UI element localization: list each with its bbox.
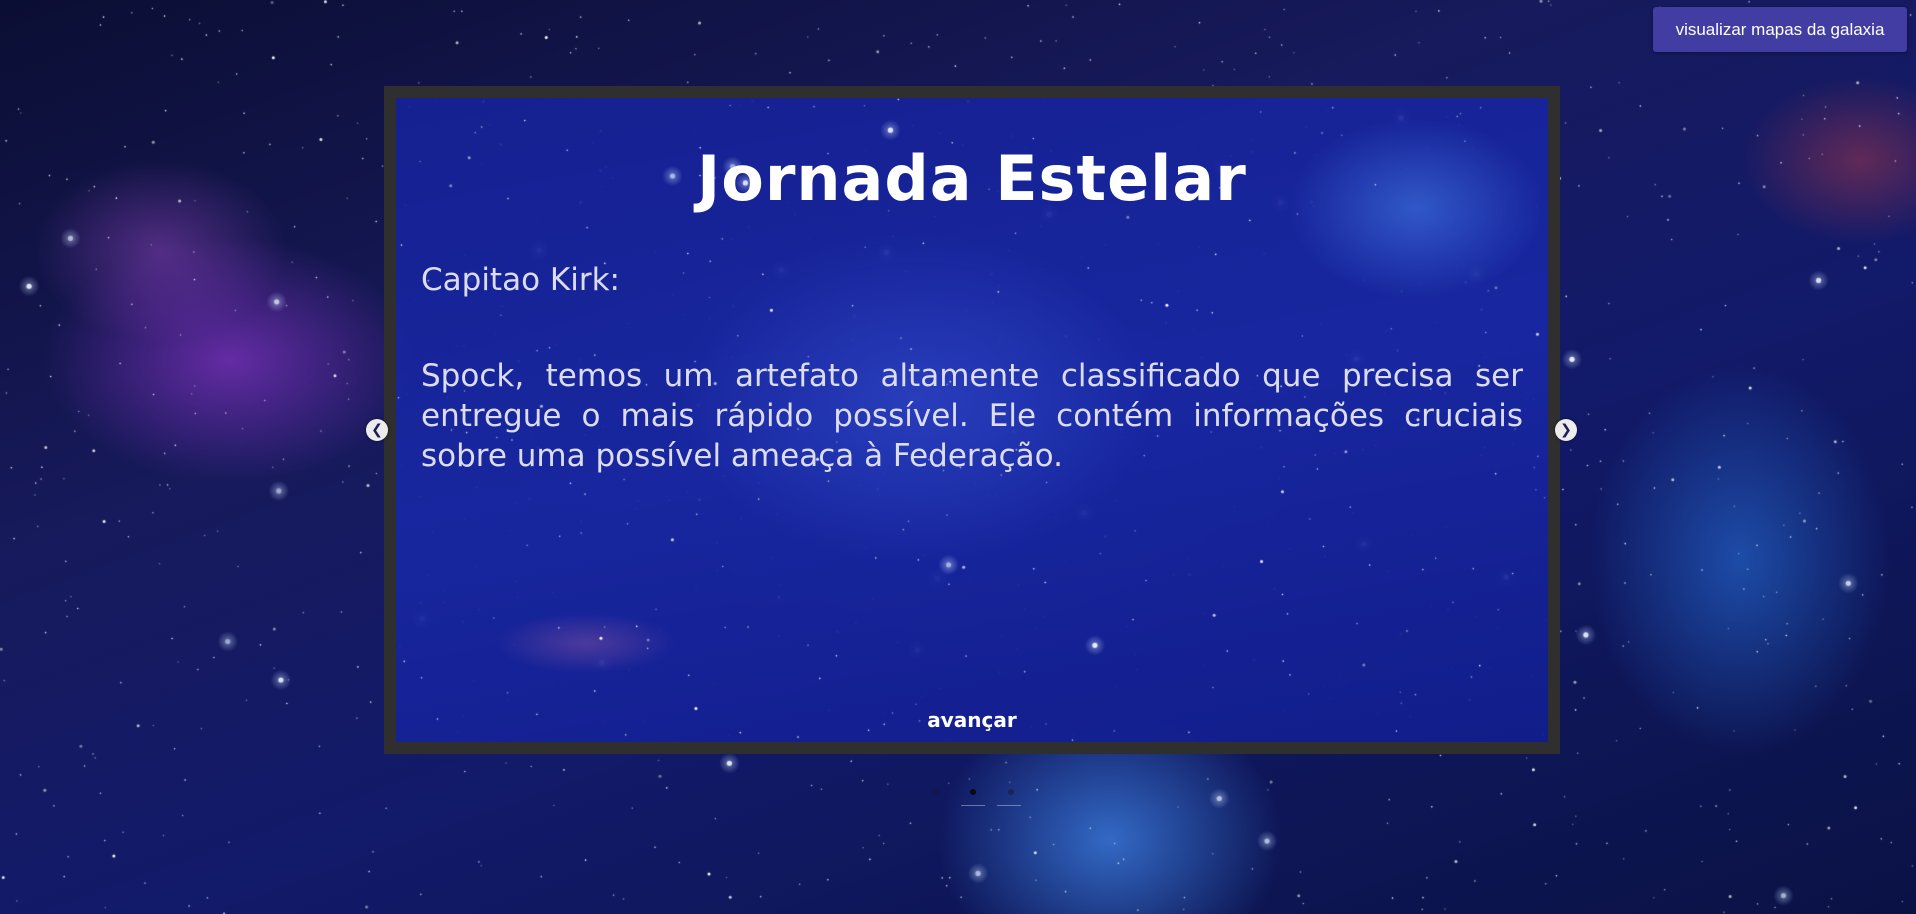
carousel-indicators [925, 786, 1021, 806]
dialogue-text: Spock, temos um artefato altamente class… [421, 358, 1523, 474]
indicator-underline [961, 805, 985, 806]
chevron-left-icon[interactable]: ❮ [366, 419, 388, 441]
chevron-right-icon[interactable]: ❯ [1555, 419, 1577, 441]
speaker-name: Capitao Kirk: [421, 262, 620, 298]
page-title: Jornada Estelar [697, 142, 1247, 215]
view-galaxy-maps-button[interactable]: visualizar mapas da galaxia [1653, 7, 1907, 52]
advance-button[interactable]: avançar [396, 708, 1548, 732]
carousel-indicator-2[interactable] [970, 789, 976, 795]
story-carousel: Jornada Estelar Capitao Kirk: Spock, tem… [384, 86, 1560, 754]
carousel-slide: Jornada Estelar Capitao Kirk: Spock, tem… [384, 86, 1560, 754]
carousel-indicator-1[interactable] [933, 789, 939, 795]
indicator-underline [997, 805, 1021, 806]
carousel-indicator-3[interactable] [1008, 789, 1014, 795]
